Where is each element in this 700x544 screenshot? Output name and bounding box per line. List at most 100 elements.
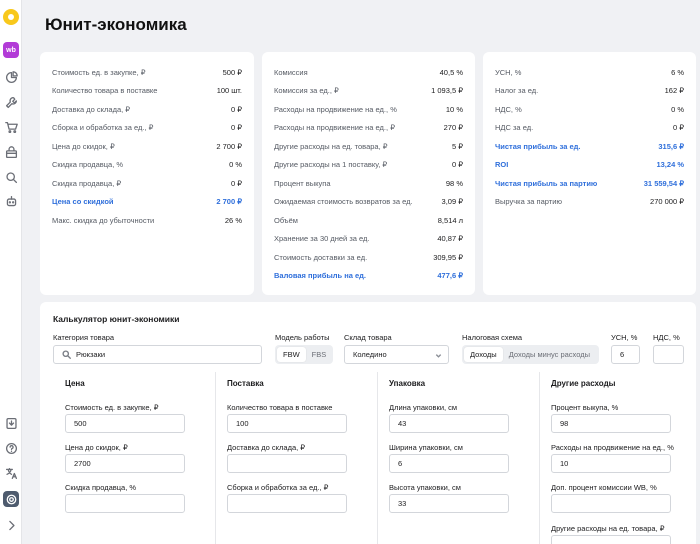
price-before-value: 2700 — [74, 459, 91, 468]
height-input[interactable]: 33 — [389, 494, 509, 513]
metric-list: Стоимость ед. в закупке, ₽ 500 ₽ Количеств… — [40, 63, 254, 230]
metric-label: НДС, % — [495, 104, 522, 114]
purchase-cost-input[interactable]: 500 — [65, 414, 185, 433]
sidebar: wb — [0, 0, 22, 544]
length-input[interactable]: 43 — [389, 414, 509, 433]
nds-label: НДС, % — [653, 333, 680, 342]
wrench-icon[interactable] — [4, 95, 18, 109]
model-toggle[interactable]: FBW FBS — [275, 345, 333, 364]
metric-value: 31 559,54 ₽ — [643, 178, 684, 188]
promo-input[interactable]: 10 — [551, 454, 671, 473]
search-icon[interactable] — [4, 170, 18, 184]
delivery-label: Доставка до склада, ₽ — [227, 443, 306, 452]
metric-value: 0 ₽ — [230, 104, 242, 114]
metric-row: Чистая прибыль за партию 31 559,54 ₽ — [483, 174, 696, 193]
metric-value: 500 ₽ — [222, 67, 242, 77]
metric-row: Другие расходы на 1 поставку, ₽ 0 ₽ — [262, 156, 475, 175]
metric-list: УСН, % 6 % Налог за ед. 162 ₽ НДС, % 0 % НДС з… — [483, 63, 696, 211]
extra-commission-label: Доп. процент комиссии WB, % — [551, 483, 657, 492]
metric-row: Количество товара в поставке 100 шт. — [40, 82, 254, 101]
model-option-fbs[interactable]: FBS — [306, 347, 333, 362]
chevron-right-icon[interactable] — [4, 518, 18, 532]
category-label: Категория товара — [53, 333, 115, 342]
model-option-fbw[interactable]: FBW — [277, 347, 306, 362]
assembly-input[interactable] — [227, 494, 347, 513]
settings-icon[interactable] — [3, 491, 19, 507]
usn-input[interactable]: 6 — [611, 345, 640, 364]
wb-icon[interactable]: wb — [3, 42, 19, 58]
metric-row: Объём 8,514 л — [262, 211, 475, 230]
metric-value: 309,95 ₽ — [433, 252, 463, 262]
width-input[interactable]: 6 — [389, 454, 509, 473]
metric-value: 2 700 ₽ — [216, 197, 242, 207]
category-search-input[interactable]: Рюкзаки — [53, 345, 262, 364]
metric-value: 8,514 л — [437, 215, 463, 225]
nds-input[interactable] — [653, 345, 684, 364]
metric-label: Стоимость доставки за ед. — [274, 252, 368, 262]
metric-value: 2 700 ₽ — [216, 141, 242, 151]
summary-card-cost: Стоимость ед. в закупке, ₽ 500 ₽ Количеств… — [40, 52, 254, 295]
metric-value: 40,5 % — [439, 67, 463, 77]
metric-label: Комиссия — [274, 67, 308, 77]
tax-scheme-label: Налоговая схема — [462, 333, 523, 342]
metric-row: Хранение за 30 дней за ед. 40,87 ₽ — [262, 230, 475, 249]
metric-label: Цена до скидок, ₽ — [52, 141, 115, 151]
usn-label: УСН, % — [611, 333, 638, 342]
tax-option-income[interactable]: Доходы — [464, 347, 503, 362]
promo-label: Расходы на продвижение на ед., % — [551, 443, 674, 452]
cart-icon[interactable] — [4, 120, 18, 134]
metric-row: Цена до скидок, ₽ 2 700 ₽ — [40, 137, 254, 156]
metric-list: Комиссия 40,5 % Комиссия за ед., ₽ 1 093,5 … — [262, 63, 475, 285]
robot-icon[interactable] — [4, 194, 18, 208]
quantity-input[interactable]: 100 — [227, 414, 347, 433]
metric-value: 1 093,5 ₽ — [431, 86, 463, 96]
metric-value: 270 000 ₽ — [650, 197, 684, 207]
metric-label: Цена со скидкой — [52, 197, 114, 207]
metric-label: Объём — [274, 215, 298, 225]
metric-value: 0 ₽ — [451, 160, 463, 170]
height-label: Высота упаковки, см — [389, 483, 461, 492]
package-heading: Упаковка — [389, 379, 426, 388]
metric-value: 3,09 ₽ — [441, 197, 463, 207]
other-per-unit-label: Другие расходы на ед. товара, ₽ — [551, 524, 665, 533]
metric-label: НДС за ед. — [495, 123, 534, 133]
logo-icon[interactable] — [3, 9, 19, 25]
seller-discount-input[interactable] — [65, 494, 185, 513]
quantity-value: 100 — [236, 419, 249, 428]
other-per-unit-input[interactable] — [551, 535, 671, 544]
translate-icon[interactable] — [4, 466, 18, 480]
metric-row: Доставка до склада, ₽ 0 ₽ — [40, 100, 254, 119]
wb-badge-label: wb — [6, 46, 16, 54]
chart-icon[interactable] — [4, 70, 18, 84]
warehouse-value: Коледино — [353, 350, 387, 359]
tax-option-income-minus-expenses[interactable]: Доходы минус расходы — [503, 347, 596, 362]
metric-label: Выручка за партию — [495, 197, 563, 207]
delivery-input[interactable] — [227, 454, 347, 473]
warehouse-select[interactable]: Коледино — [344, 345, 449, 364]
category-value: Рюкзаки — [76, 350, 106, 359]
tax-scheme-toggle[interactable]: Доходы Доходы минус расходы — [462, 345, 599, 364]
metric-label: Расходы на продвижение на ед., ₽ — [274, 123, 395, 133]
help-icon[interactable] — [4, 441, 18, 455]
price-before-input[interactable]: 2700 — [65, 454, 185, 473]
metric-row: Скидка продавца, ₽ 0 ₽ — [40, 174, 254, 193]
column-divider — [377, 372, 378, 544]
metric-value: 270 ₽ — [443, 123, 463, 133]
purchase-cost-label: Стоимость ед. в закупке, ₽ — [65, 403, 159, 412]
extra-commission-input[interactable] — [551, 494, 671, 513]
quantity-label: Количество товара в поставке — [227, 403, 333, 412]
metric-value: 100 шт. — [216, 86, 242, 96]
buyout-input[interactable]: 98 — [551, 414, 671, 433]
metric-row: Сборка и обработка за ед., ₽ 0 ₽ — [40, 119, 254, 138]
metric-row: Чистая прибыль за ед. 315,6 ₽ — [483, 137, 696, 156]
metric-row: Цена со скидкой 2 700 ₽ — [40, 193, 254, 212]
price-heading: Цена — [65, 379, 85, 388]
promo-value: 10 — [560, 459, 569, 468]
assembly-label: Сборка и обработка за ед., ₽ — [227, 483, 329, 492]
bag-icon[interactable] — [4, 145, 18, 159]
metric-row: Расходы на продвижение на ед., ₽ 270 ₽ — [262, 119, 475, 138]
model-label: Модель работы — [275, 333, 330, 342]
download-icon[interactable] — [4, 416, 18, 430]
metric-label: Хранение за 30 дней за ед. — [274, 234, 370, 244]
metric-label: Скидка продавца, % — [52, 160, 124, 170]
